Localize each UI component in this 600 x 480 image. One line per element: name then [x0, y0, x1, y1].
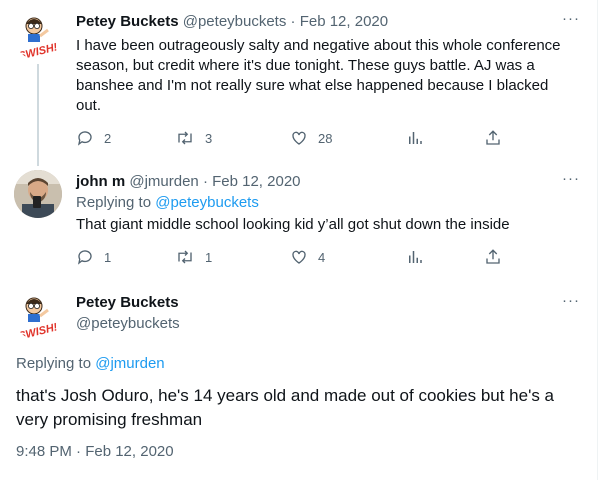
tweet-text: that's Josh Oduro, he's 14 years old and… [16, 386, 555, 429]
reply-button[interactable]: 2 [76, 128, 111, 148]
retweet-count: 3 [205, 130, 213, 146]
thread-connector [37, 64, 39, 166]
tweet-1-header: Petey Buckets @peteybuckets · Feb 12, 20… [76, 12, 388, 32]
tweet-text: That giant middle school looking kid y’a… [76, 216, 510, 233]
like-icon [292, 250, 306, 264]
display-name[interactable]: john m [76, 173, 125, 190]
more-icon[interactable]: ··· [562, 292, 580, 309]
like-icon [292, 131, 306, 145]
tweet-date[interactable]: Feb 12, 2020 [212, 173, 300, 190]
reply-count: 2 [104, 130, 112, 146]
user-photo-icon [14, 170, 62, 218]
retweet-button[interactable]: 3 [175, 128, 212, 148]
retweet-count: 1 [205, 249, 213, 265]
views-button[interactable] [406, 247, 424, 267]
share-icon [486, 130, 500, 145]
handle[interactable]: @peteybuckets [76, 314, 180, 334]
replying-prefix: Replying to [16, 355, 92, 372]
swish-mascot-logo-icon: SWISH! [17, 297, 59, 340]
reply-count: 1 [104, 249, 112, 265]
views-icon [409, 132, 422, 144]
replying-to: Replying to @peteybuckets [76, 193, 576, 213]
display-name[interactable]: Petey Buckets [76, 293, 179, 313]
replying-to-link[interactable]: @jmurden [95, 355, 164, 372]
separator: · [290, 13, 296, 30]
avatar-petey-1[interactable]: SWISH! [14, 12, 62, 60]
share-icon [486, 249, 500, 264]
replying-to-link[interactable]: @peteybuckets [155, 194, 259, 211]
tweet-2-actions: 1 1 4 [76, 247, 516, 267]
share-button[interactable] [484, 128, 502, 148]
retweet-button[interactable]: 1 [175, 247, 212, 267]
tweet-2-header: john m @jmurden · Feb 12, 2020 [76, 172, 301, 192]
replying-to: Replying to @jmurden [16, 354, 165, 374]
reply-button[interactable]: 1 [76, 247, 111, 267]
reply-icon [77, 131, 92, 146]
tweet-timestamp[interactable]: 9:48 PM · Feb 12, 2020 [16, 442, 174, 462]
views-button[interactable] [406, 128, 424, 148]
handle[interactable]: @peteybuckets [183, 13, 287, 30]
display-name[interactable]: Petey Buckets [76, 13, 179, 30]
like-button[interactable]: 4 [290, 247, 325, 267]
separator: · [202, 173, 208, 190]
handle[interactable]: @jmurden [129, 173, 198, 190]
reply-icon [77, 250, 92, 265]
avatar-john[interactable] [14, 170, 62, 218]
like-button[interactable]: 28 [290, 128, 332, 148]
views-icon [409, 251, 422, 263]
more-icon[interactable]: ··· [562, 170, 580, 187]
retweet-icon [178, 250, 192, 264]
like-count: 4 [318, 249, 326, 265]
more-icon[interactable]: ··· [562, 10, 580, 27]
like-count: 28 [318, 130, 333, 146]
tweet-date[interactable]: Feb 12, 2020 [300, 13, 388, 30]
retweet-icon [178, 131, 192, 145]
tweet-1-actions: 2 3 28 [76, 128, 516, 148]
replying-prefix: Replying to [76, 194, 152, 211]
tweet-text: I have been outrageously salty and negat… [76, 37, 561, 114]
swish-mascot-logo-icon: SWISH! [17, 17, 59, 60]
share-button[interactable] [484, 247, 502, 267]
avatar-petey-focal[interactable]: SWISH! [14, 292, 62, 340]
